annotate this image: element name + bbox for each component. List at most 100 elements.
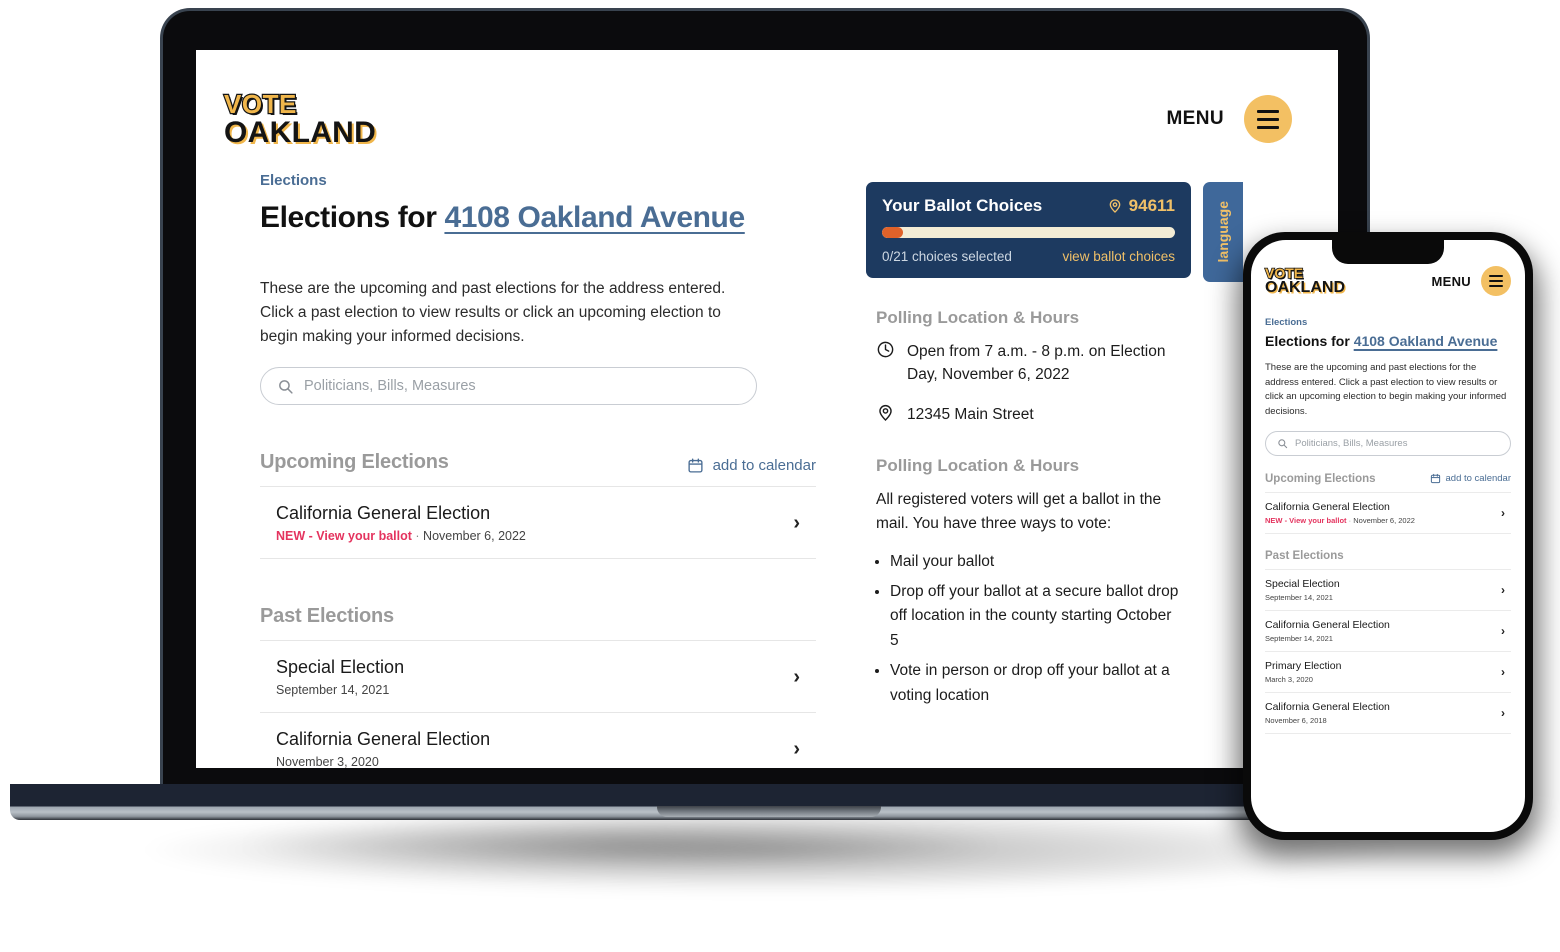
site-logo[interactable]: VOTE OAKLAND xyxy=(1264,265,1345,297)
logo-line-vote: VOTE xyxy=(1264,265,1304,281)
page-title-prefix: Elections for xyxy=(1265,332,1354,349)
list-item[interactable]: California General Election September 14… xyxy=(1265,611,1511,652)
laptop-device: VOTE OAKLAND MENU Elections Elections fo… xyxy=(10,8,1520,820)
page-title-prefix: Elections for xyxy=(260,201,445,234)
location-pin-icon xyxy=(876,403,895,426)
meta-separator: · xyxy=(415,529,420,544)
breadcrumb[interactable]: Elections xyxy=(260,172,816,189)
breadcrumb[interactable]: Elections xyxy=(1265,317,1511,328)
ballot-progress-bar xyxy=(882,227,1175,238)
search-bar[interactable] xyxy=(260,367,757,406)
election-date: September 14, 2021 xyxy=(1265,592,1333,602)
election-name: Special Election xyxy=(276,657,405,678)
election-name: California General Election xyxy=(276,503,491,524)
search-icon xyxy=(1277,438,1288,449)
table-row[interactable]: California General Election NEW - View y… xyxy=(260,487,816,560)
row-text: Special Election September 14, 2021 xyxy=(1265,578,1340,602)
ballot-card-title: Your Ballot Choices xyxy=(882,196,1043,215)
search-icon xyxy=(277,378,294,395)
row-text: California General Election NEW - View y… xyxy=(276,503,526,543)
intro-paragraph: These are the upcoming and past election… xyxy=(1265,361,1507,417)
ballot-progress-fill xyxy=(882,227,903,238)
search-bar[interactable] xyxy=(1265,430,1511,456)
language-tab[interactable]: language xyxy=(1203,182,1243,282)
site-logo[interactable]: VOTE OAKLAND xyxy=(223,89,376,148)
chevron-right-icon[interactable]: › xyxy=(1501,624,1509,638)
hamburger-bar xyxy=(1257,125,1279,129)
intro-paragraph: These are the upcoming and past election… xyxy=(260,280,726,346)
election-date: November 6, 2018 xyxy=(1265,715,1327,725)
status-badge: NEW - View your ballot xyxy=(276,529,412,544)
desktop-site: VOTE OAKLAND MENU Elections Elections fo… xyxy=(196,50,1338,768)
phone-notch xyxy=(1332,240,1444,264)
election-name: Primary Election xyxy=(1265,659,1342,672)
status-badge: NEW - View your ballot xyxy=(1265,515,1347,525)
election-meta: NEW - View your ballot · November 6, 202… xyxy=(276,529,526,543)
page-title-address-link[interactable]: 4108 Oakland Avenue xyxy=(1354,333,1498,349)
ballot-card-header: Your Ballot Choices 94611 xyxy=(882,196,1175,216)
add-to-calendar-button[interactable]: add to calendar xyxy=(687,457,816,474)
device-floor-shadow-core xyxy=(120,810,1120,880)
page-title-address-link[interactable]: 4108 Oakland Avenue xyxy=(444,201,745,234)
chevron-right-icon[interactable]: › xyxy=(1501,506,1509,520)
list-item[interactable]: California General Election November 6, … xyxy=(1265,693,1511,734)
chevron-right-icon[interactable]: › xyxy=(1501,583,1509,597)
menu-label[interactable]: MENU xyxy=(1166,108,1224,130)
calendar-icon xyxy=(1430,473,1441,484)
chevron-right-icon[interactable]: › xyxy=(793,512,812,535)
row-text: California General Election September 14… xyxy=(1265,619,1390,643)
add-to-calendar-button[interactable]: add to calendar xyxy=(1430,473,1512,485)
past-elections-list: Special Election September 14, 2021 › Ca… xyxy=(260,640,816,768)
hamburger-bar xyxy=(1257,109,1279,113)
desktop-main-column: Elections Elections for 4108 Oakland Ave… xyxy=(196,172,856,768)
add-to-calendar-label: add to calendar xyxy=(712,457,816,475)
chevron-right-icon[interactable]: › xyxy=(1501,706,1509,720)
hamburger-icon[interactable] xyxy=(1244,95,1292,143)
row-text: California General Election November 3, … xyxy=(276,729,490,768)
calendar-icon xyxy=(687,457,704,474)
table-row[interactable]: Special Election September 14, 2021 › xyxy=(260,641,816,714)
chevron-right-icon[interactable]: › xyxy=(793,666,812,689)
election-date: March 3, 2020 xyxy=(1265,674,1313,684)
chevron-right-icon[interactable]: › xyxy=(793,738,812,761)
page-title: Elections for 4108 Oakland Avenue xyxy=(1265,333,1511,349)
zip-code: 94611 xyxy=(1128,196,1175,215)
polling-address-text: 12345 Main Street xyxy=(907,405,1034,423)
chevron-right-icon[interactable]: › xyxy=(1501,665,1509,679)
search-input[interactable] xyxy=(1295,437,1499,449)
view-ballot-choices-link[interactable]: view ballot choices xyxy=(1062,249,1175,264)
choices-selected-count: 0/21 choices selected xyxy=(882,249,1012,264)
row-text: Primary Election March 3, 2020 xyxy=(1265,660,1341,684)
ballot-choices-card: Your Ballot Choices 94611 0/21 choices s… xyxy=(866,182,1191,278)
past-elections-list: Special Election September 14, 2021 › Ca… xyxy=(1265,568,1511,734)
past-elections-title: Past Elections xyxy=(1265,549,1344,562)
row-text: California General Election November 6, … xyxy=(1265,701,1390,725)
list-item: Drop off your ballot at a secure ballot … xyxy=(890,580,1180,654)
election-date: November 3, 2020 xyxy=(276,755,379,768)
desktop-body: Elections Elections for 4108 Oakland Ave… xyxy=(196,162,1338,768)
laptop-screen: VOTE OAKLAND MENU Elections Elections fo… xyxy=(196,50,1338,768)
past-elections-header: Past Elections xyxy=(260,605,816,640)
election-name: California General Election xyxy=(276,729,491,750)
election-name: California General Election xyxy=(1265,500,1390,513)
list-item[interactable]: California General Election NEW - View y… xyxy=(1265,493,1511,534)
zip-display: 94611 xyxy=(1107,196,1175,216)
add-to-calendar-label: add to calendar xyxy=(1445,473,1512,485)
list-item: Mail your ballot xyxy=(890,550,1180,575)
hamburger-bar xyxy=(1489,280,1503,283)
upcoming-elections-header: Upcoming Elections add to calendar xyxy=(260,451,816,486)
desktop-header: VOTE OAKLAND MENU xyxy=(196,50,1338,162)
mobile-header-actions: MENU xyxy=(1432,266,1511,297)
ballot-card-footer: 0/21 choices selected view ballot choice… xyxy=(882,249,1175,264)
vote-methods-paragraph: All registered voters will get a ballot … xyxy=(876,490,1162,532)
hamburger-icon[interactable] xyxy=(1481,266,1511,297)
list-item[interactable]: Primary Election March 3, 2020 › xyxy=(1265,652,1511,693)
menu-label[interactable]: MENU xyxy=(1432,274,1471,289)
upcoming-elections-list: California General Election NEW - View y… xyxy=(1265,491,1511,534)
page-title: Elections for 4108 Oakland Avenue xyxy=(260,201,816,235)
table-row[interactable]: California General Election November 3, … xyxy=(260,713,816,768)
search-input[interactable] xyxy=(304,378,740,395)
list-item[interactable]: Special Election September 14, 2021 › xyxy=(1265,570,1511,611)
upcoming-elections-title: Upcoming Elections xyxy=(260,451,449,474)
row-text: California General Election NEW - View y… xyxy=(1265,501,1415,525)
